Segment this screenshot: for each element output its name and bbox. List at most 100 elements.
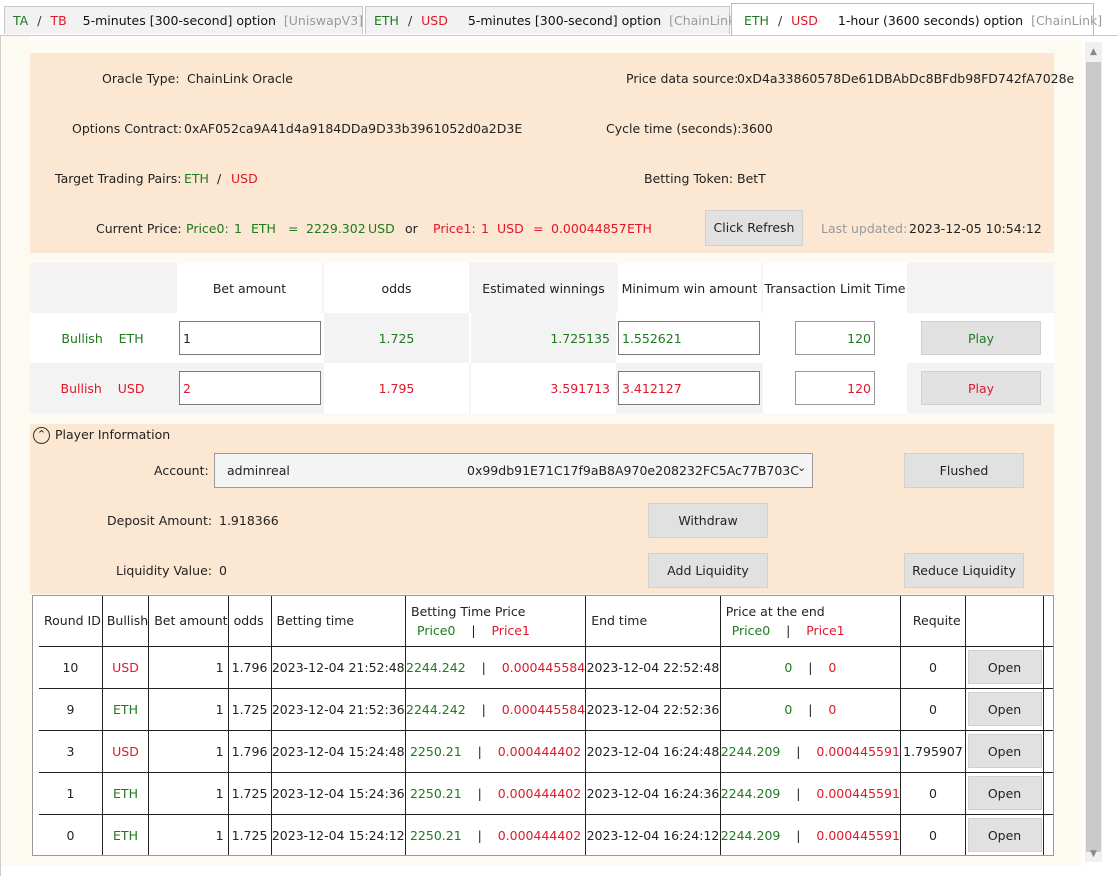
chevron-down-icon: ⌄ [797,461,807,474]
betting-time-price-title: Betting Time Price [411,603,526,619]
estimated-winnings-header: Estimated winnings [482,280,605,296]
min-win-input-usd[interactable]: 3.412127 [618,371,760,405]
bet-price0: 2250.21 [409,785,462,801]
cycle-time-value: 3600 [741,121,773,136]
account-select[interactable]: adminreal 0x99db91E71C17f9aB8A970e208232… [214,453,813,488]
table-row: 3 USD 1 1.796 2023-12-04 15:24:48 2250.21 | 0… [39,729,1053,773]
end-time-cell: 2023-12-04 16:24:36 [585,771,721,815]
end-time-cell: 2023-12-04 16:24:12 [585,813,721,855]
price-separator: | [477,785,482,801]
betting-time-cell: 2023-12-04 21:52:48 [270,645,406,689]
odds-header: odds [227,596,272,647]
options-contract-value: 0xAF052ca9A41d4a9184DDa9D33b3961052d0a2D… [184,121,523,136]
bullish-usd-label: Bullish USD [30,363,175,413]
last-updated-label: Last updated: [821,221,908,236]
transaction-limit-header: Transaction Limit Time [764,280,906,296]
scrollbar-thumb[interactable] [1086,62,1101,852]
price-source-label: Price data source: [626,71,739,86]
tab-ta-tb-5min[interactable]: TA / TB 5-minutes [300-second] option [U… [4,6,363,34]
bullish-cell: ETH [101,687,150,731]
end-price0: 0 [784,659,793,675]
bet-amount-cell: 1 [148,813,229,855]
price-at-end-cell: 2244.209 | 0.000445591 [719,729,901,773]
tab-pair-separator: / [777,12,783,28]
price-at-end-cell: 0 | 0 [719,687,901,731]
options-contract-label: Options Contract: [72,121,183,136]
token-label: ETH [118,330,144,346]
trading-pairs-label: Target Trading Pairs: [55,171,182,186]
bet-price1: 0.000444402 [497,743,582,759]
end-time-cell: 2023-12-04 16:24:48 [585,729,721,773]
tab-pair-b: TB [50,13,67,28]
price-separator: | [808,701,813,717]
round-id-cell: 10 [39,645,103,689]
account-name: adminreal [227,463,290,478]
refresh-button[interactable]: Click Refresh [705,210,803,246]
bet-amount-input-usd[interactable]: 2 [179,371,321,405]
end-price0: 0 [784,701,793,717]
table-header-row: Round ID Bullish Bet amount odds Betting… [39,596,1053,647]
price0-subheader: Price0 [731,622,771,638]
bet-price0: 2244.242 [406,701,466,717]
odds-cell: 1.725 [227,813,272,855]
odds-cell: 1.725 [227,687,272,731]
open-button[interactable]: Open [967,692,1042,726]
pair-b: USD [231,171,258,186]
account-label: Account: [154,463,209,478]
open-button[interactable]: Open [967,734,1042,768]
bullish-cell: ETH [101,813,150,855]
tab-eth-usd-1hour[interactable]: ETH / USD 1-hour (3600 seconds) option [… [731,3,1102,36]
bet-amount-input-eth[interactable]: 1 [179,321,321,355]
round-id-header: Round ID [39,596,103,647]
tab-eth-usd-5min[interactable]: ETH / USD 5-minutes [300-second] option … [365,6,740,34]
limit-time-value: 120 [847,330,871,346]
or-text: or [405,221,418,236]
play-button-eth[interactable]: Play [921,321,1041,355]
minimum-win-header: Minimum win amount [621,280,758,296]
bet-amount-cell: 1 [148,645,229,689]
tab-pair-a: ETH [744,12,769,28]
withdraw-button[interactable]: Withdraw [648,503,768,538]
price-at-end-header: Price at the end Price0 | Price1 [719,596,901,647]
bet-amount-cell: 1 [148,687,229,731]
collapse-chevron-up-icon[interactable]: ⌃ [33,427,50,444]
requite-header: Requite [899,596,967,647]
price-separator: | [786,622,791,638]
tab-title: 5-minutes [300-second] option [82,13,276,28]
price-at-end-cell: 2244.209 | 0.000445591 [719,813,901,855]
scroll-down-icon[interactable]: ▼ [1087,848,1100,860]
open-button[interactable]: Open [967,818,1042,852]
add-liquidity-button[interactable]: Add Liquidity [648,553,768,588]
bullish-cell: USD [101,729,150,773]
betting-time-header: Betting time [270,596,406,647]
price-separator: | [477,743,482,759]
price0-token-b: USD [368,221,395,236]
end-price0: 2244.209 [720,785,781,801]
odds-value-eth: 1.725 [378,330,415,346]
price-separator: | [796,785,801,801]
tab-pair-a: TA [13,13,29,28]
price-separator: | [796,743,801,759]
price0-label: Price0: [186,221,229,236]
betting-time-cell: 2023-12-04 15:24:48 [270,729,406,773]
open-button[interactable]: Open [967,650,1042,684]
scroll-up-icon[interactable]: ▲ [1087,46,1100,58]
limit-time-input-usd[interactable]: 120 [795,371,875,405]
min-win-input-eth[interactable]: 1.552621 [618,321,760,355]
betting-time-price-cell: 2250.21 | 0.000444402 [404,771,587,815]
betting-token-label: Betting Token: [644,171,734,186]
price-separator: | [481,659,486,675]
flushed-button[interactable]: Flushed [904,453,1024,488]
account-address: 0x99db91E71C17f9aB8A970e208232FC5Ac77B70… [467,463,799,478]
round-id-cell: 1 [39,771,103,815]
limit-time-input-eth[interactable]: 120 [795,321,875,355]
player-info-title: Player Information [55,427,171,442]
round-id-cell: 3 [39,729,103,773]
price-separator: | [796,827,801,843]
reduce-liquidity-button[interactable]: Reduce Liquidity [904,553,1024,588]
open-button[interactable]: Open [967,776,1042,810]
pair-a: ETH [184,171,209,186]
play-button-usd[interactable]: Play [921,371,1041,405]
betting-time-price-cell: 2244.242 | 0.000445584 [404,645,587,689]
odds-header: odds [381,280,412,296]
